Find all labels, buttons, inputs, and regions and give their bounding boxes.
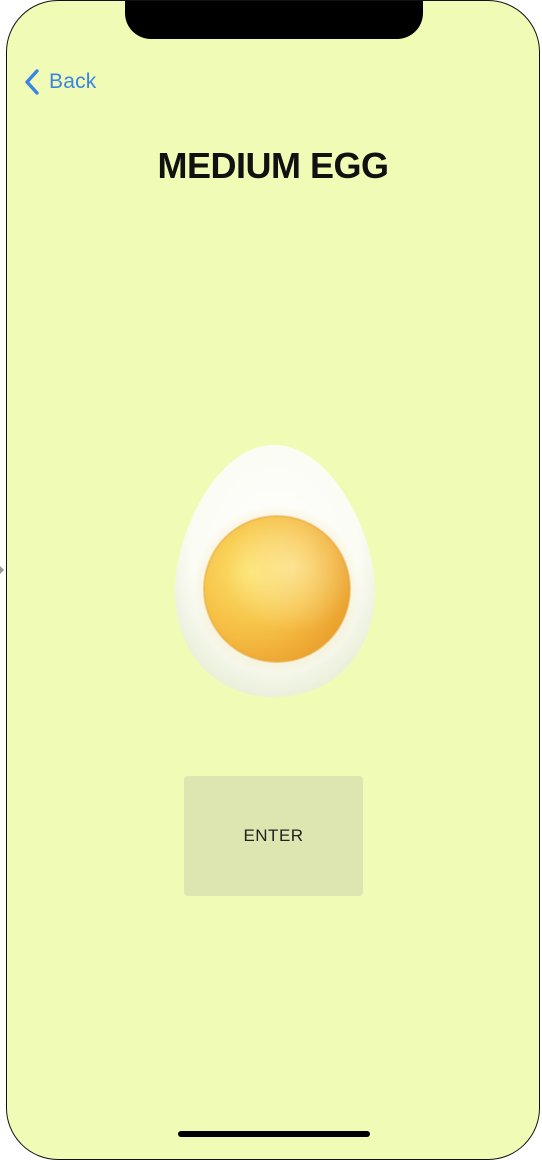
- side-edge-marker: [0, 566, 4, 574]
- page-title: MEDIUM EGG: [157, 145, 389, 186]
- home-indicator: [178, 1131, 370, 1137]
- egg-image: [175, 445, 375, 697]
- chevron-left-icon: [25, 69, 39, 95]
- enter-button[interactable]: ENTER: [184, 776, 363, 896]
- device-notch: [125, 1, 423, 39]
- back-button[interactable]: Back: [23, 65, 97, 99]
- phone-frame: Back MEDIUM EGG ENTER: [6, 0, 540, 1160]
- back-label: Back: [49, 70, 97, 93]
